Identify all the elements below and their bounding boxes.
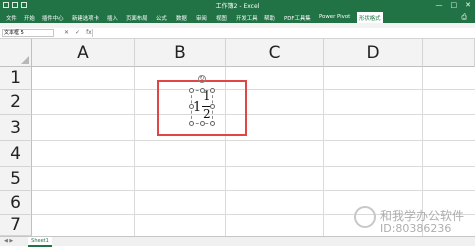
ribbon-tabs: 文件 开始 插件中心 新建选项卡 插入 页面布局 公式 数据 审阅 视图 开发工…: [0, 11, 475, 25]
tab-plugin-center[interactable]: 插件中心: [42, 14, 64, 22]
watermark-logo-icon: [354, 206, 376, 228]
resize-handle[interactable]: [189, 121, 194, 126]
share-icon[interactable]: ⎙: [461, 13, 467, 22]
tab-help[interactable]: 帮助: [264, 14, 275, 22]
row-header-1[interactable]: 1: [0, 67, 32, 90]
close-button[interactable]: ✕: [465, 1, 471, 10]
sheet-nav-arrows-icon[interactable]: ◀ ▶: [4, 238, 13, 244]
watermark: 和我学办公软件 ID:80386236: [354, 206, 475, 238]
select-all-corner[interactable]: [0, 39, 32, 67]
column-header-d[interactable]: D: [324, 39, 423, 67]
rotate-handle-icon[interactable]: ↻: [198, 75, 206, 83]
column-header-b[interactable]: B: [135, 39, 226, 67]
tab-formulas[interactable]: 公式: [156, 14, 167, 22]
tab-power-pivot[interactable]: Power Pivot: [319, 14, 350, 20]
column-header-c[interactable]: C: [226, 39, 324, 67]
formula-bar-icons: ✕ ✓ fx: [64, 29, 92, 36]
row-header-7[interactable]: 7: [0, 215, 32, 236]
fx-icon[interactable]: fx: [86, 29, 92, 36]
tab-review[interactable]: 审阅: [196, 14, 207, 22]
row-header-3[interactable]: 3: [0, 115, 32, 141]
row-header-4[interactable]: 4: [0, 141, 32, 167]
resize-handle[interactable]: [189, 88, 194, 93]
formula-input[interactable]: [92, 29, 473, 37]
resize-handle[interactable]: [210, 121, 215, 126]
name-box[interactable]: 文本框 5: [2, 29, 54, 37]
tab-data[interactable]: 数据: [176, 14, 187, 22]
cancel-icon[interactable]: ✕: [64, 29, 69, 36]
resize-handle[interactable]: [210, 104, 215, 109]
sheet-tab-sheet1[interactable]: Sheet1: [28, 237, 52, 247]
tab-file[interactable]: 文件: [6, 14, 17, 22]
column-header-e[interactable]: [423, 39, 475, 67]
row-header-2[interactable]: 2: [0, 90, 32, 115]
equation-denominator: 2: [203, 107, 211, 121]
equation-whole: 1: [193, 100, 202, 115]
minimize-button[interactable]: —: [436, 1, 443, 10]
resize-handle[interactable]: [210, 88, 215, 93]
window-controls: — □ ✕: [436, 1, 472, 10]
tab-new-tab[interactable]: 新建选项卡: [72, 14, 99, 22]
tab-insert[interactable]: 插入: [107, 14, 118, 22]
window-title: 工作簿2 - Excel: [215, 3, 260, 10]
resize-handle[interactable]: [189, 104, 194, 109]
row-header-5[interactable]: 5: [0, 167, 32, 191]
tab-developer[interactable]: 开发工具: [236, 14, 258, 22]
watermark-line-2: ID:80386236: [380, 222, 452, 235]
title-bar: 工作簿2 - Excel — □ ✕: [0, 0, 475, 11]
column-header-a[interactable]: A: [32, 39, 135, 67]
tab-pdf-tools[interactable]: PDF工具集: [284, 14, 311, 22]
enter-icon[interactable]: ✓: [75, 29, 80, 36]
maximize-button[interactable]: □: [451, 1, 458, 10]
tab-view[interactable]: 视图: [216, 14, 227, 22]
row-header-6[interactable]: 6: [0, 191, 32, 215]
resize-handle[interactable]: [200, 88, 205, 93]
formula-bar: 文本框 5 ✕ ✓ fx: [0, 28, 475, 39]
tab-page-layout[interactable]: 页面布局: [126, 14, 148, 22]
resize-handle[interactable]: [200, 121, 205, 126]
tab-home[interactable]: 开始: [24, 14, 35, 22]
